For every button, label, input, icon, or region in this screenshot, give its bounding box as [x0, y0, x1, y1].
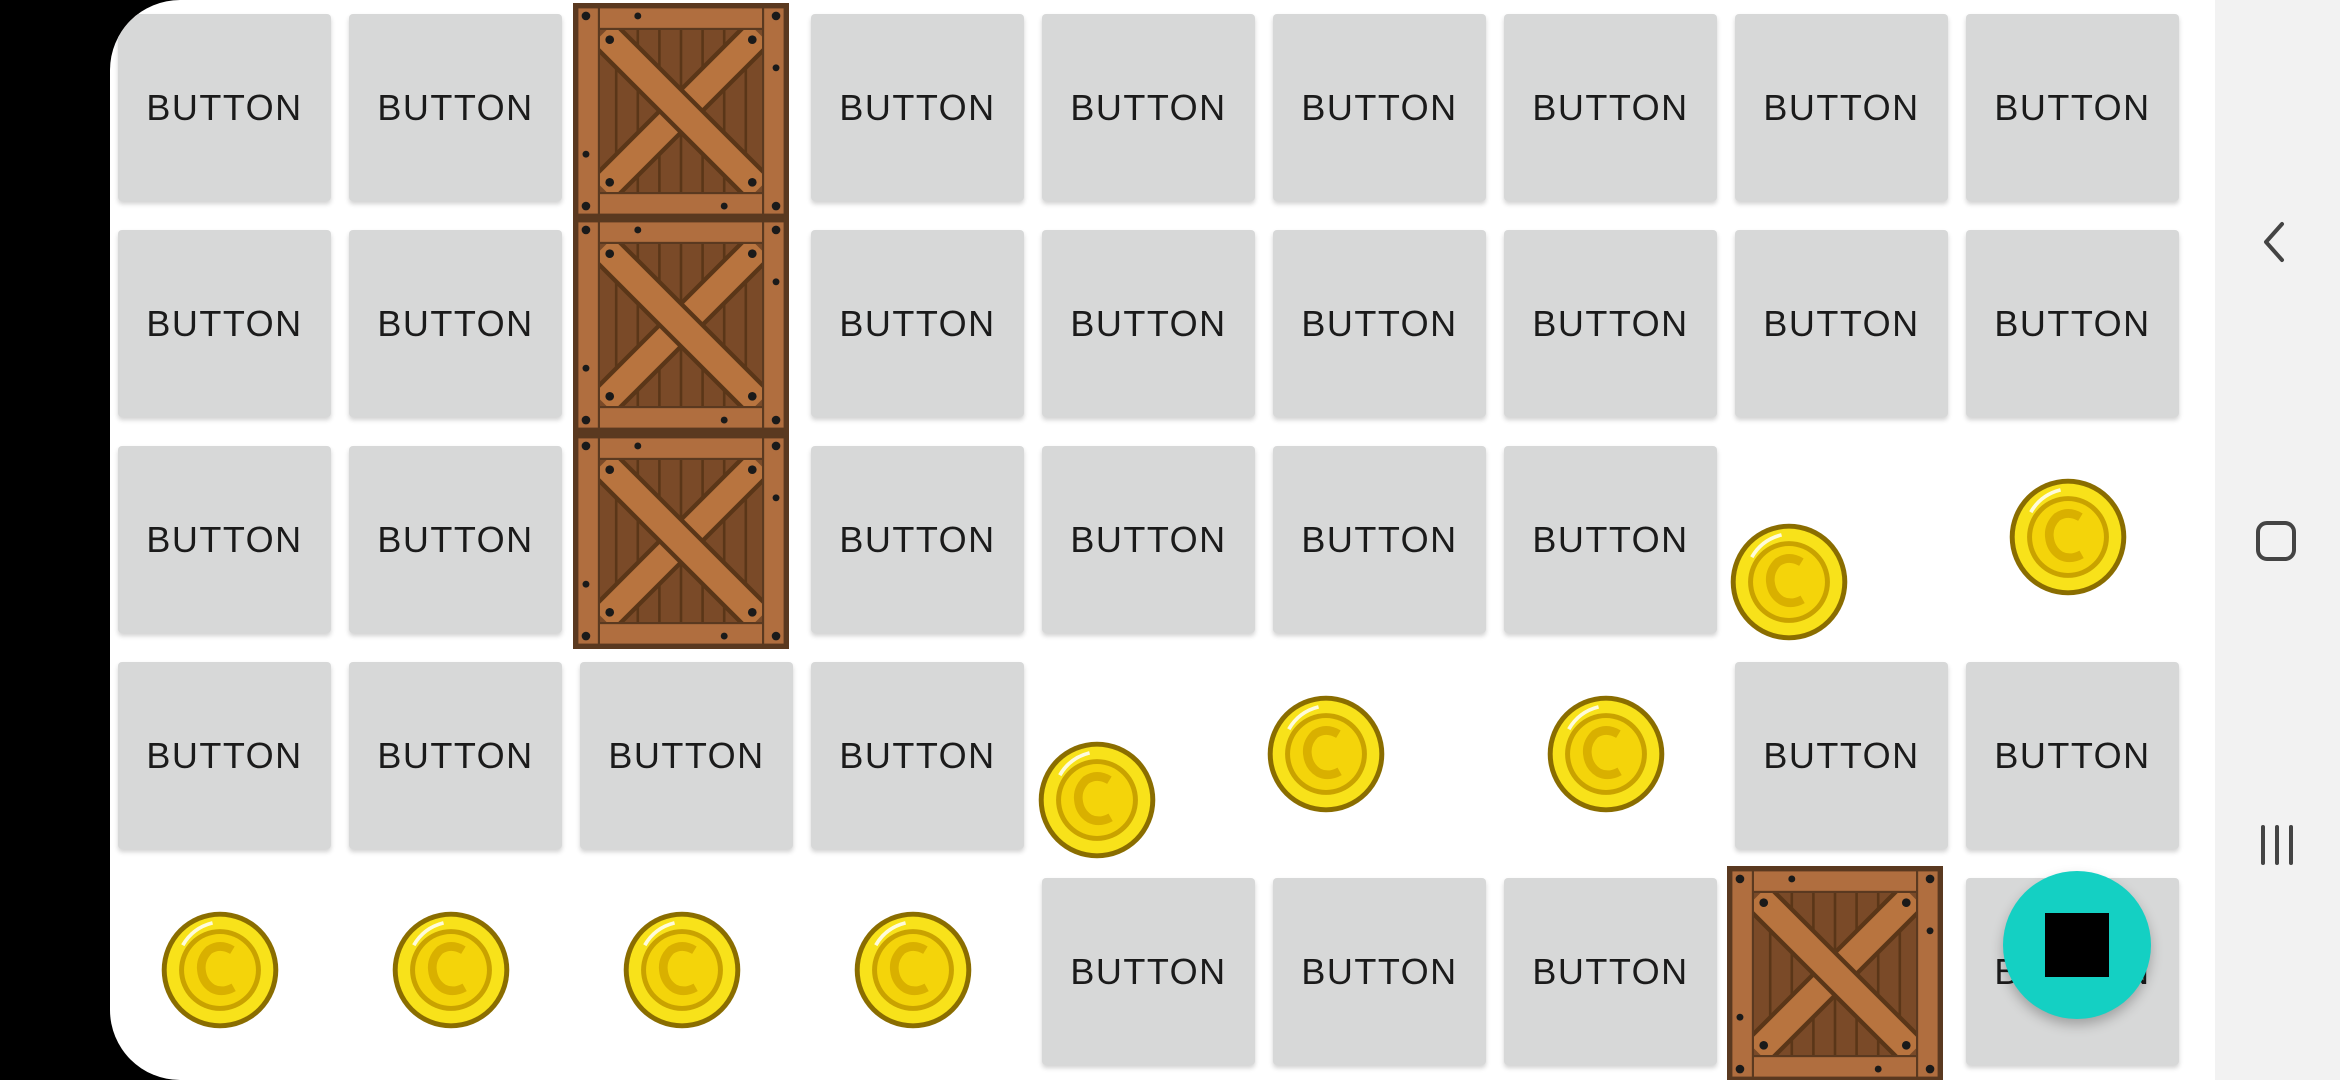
gold-coin-icon[interactable] — [851, 908, 975, 1032]
grid-button[interactable]: BUTTON — [1042, 14, 1255, 201]
grid-button[interactable]: BUTTON — [1504, 446, 1717, 633]
stop-icon — [2045, 913, 2109, 977]
grid-button[interactable]: BUTTON — [349, 230, 562, 417]
grid-button[interactable]: BUTTON — [349, 14, 562, 201]
grid-button[interactable]: BUTTON — [811, 230, 1024, 417]
stop-fab-button[interactable] — [2003, 871, 2151, 1019]
grid-button[interactable]: BUTTON — [1966, 230, 2179, 417]
grid-button[interactable]: BUTTON — [349, 446, 562, 633]
wooden-crate-icon[interactable] — [573, 3, 789, 219]
grid-button[interactable]: BUTTON — [118, 14, 331, 201]
grid-button[interactable]: BUTTON — [1735, 14, 1948, 201]
back-chevron-icon[interactable] — [2260, 220, 2290, 264]
gold-coin-icon[interactable] — [1264, 692, 1388, 816]
grid-button[interactable]: BUTTON — [1966, 662, 2179, 849]
recents-lines-icon[interactable] — [2257, 824, 2297, 866]
grid-button[interactable]: BUTTON — [1504, 878, 1717, 1065]
grid-button[interactable]: BUTTON — [1042, 446, 1255, 633]
home-square-icon[interactable] — [2255, 520, 2297, 562]
gold-coin-icon[interactable] — [620, 908, 744, 1032]
gold-coin-icon[interactable] — [1544, 692, 1668, 816]
grid-button[interactable]: BUTTON — [1504, 230, 1717, 417]
grid-button[interactable]: BUTTON — [1042, 878, 1255, 1065]
gold-coin-icon[interactable] — [389, 908, 513, 1032]
grid-button[interactable]: BUTTON — [1735, 230, 1948, 417]
grid-button[interactable]: BUTTON — [118, 662, 331, 849]
wooden-crate-icon[interactable] — [573, 433, 789, 649]
grid-button[interactable]: BUTTON — [118, 230, 331, 417]
grid-button[interactable]: BUTTON — [118, 446, 331, 633]
gold-coin-icon[interactable] — [1035, 738, 1159, 862]
gold-coin-icon[interactable] — [158, 908, 282, 1032]
grid-button[interactable]: BUTTON — [1042, 230, 1255, 417]
wooden-crate-icon[interactable] — [573, 217, 789, 433]
grid-button[interactable]: BUTTON — [580, 662, 793, 849]
grid-button[interactable]: BUTTON — [1273, 446, 1486, 633]
grid-button[interactable]: BUTTON — [1966, 14, 2179, 201]
grid-button[interactable]: BUTTON — [811, 446, 1024, 633]
grid-button[interactable]: BUTTON — [349, 662, 562, 849]
game-board: BUTTON BUTTON BUTTON BUTTON BUTTON BUTTON BUTT… — [110, 0, 2215, 1080]
wooden-crate-icon[interactable] — [1727, 866, 1943, 1080]
gold-coin-icon[interactable] — [1727, 520, 1851, 644]
gold-coin-icon[interactable] — [2006, 475, 2130, 599]
grid-button[interactable]: BUTTON — [1273, 14, 1486, 201]
grid-button[interactable]: BUTTON — [1504, 14, 1717, 201]
grid-button[interactable]: BUTTON — [811, 662, 1024, 849]
grid-button[interactable]: BUTTON — [1735, 662, 1948, 849]
grid-button[interactable]: BUTTON — [811, 14, 1024, 201]
system-navigation-bar — [2215, 0, 2340, 1080]
grid-button[interactable]: BUTTON — [1273, 878, 1486, 1065]
grid-button[interactable]: BUTTON — [1273, 230, 1486, 417]
